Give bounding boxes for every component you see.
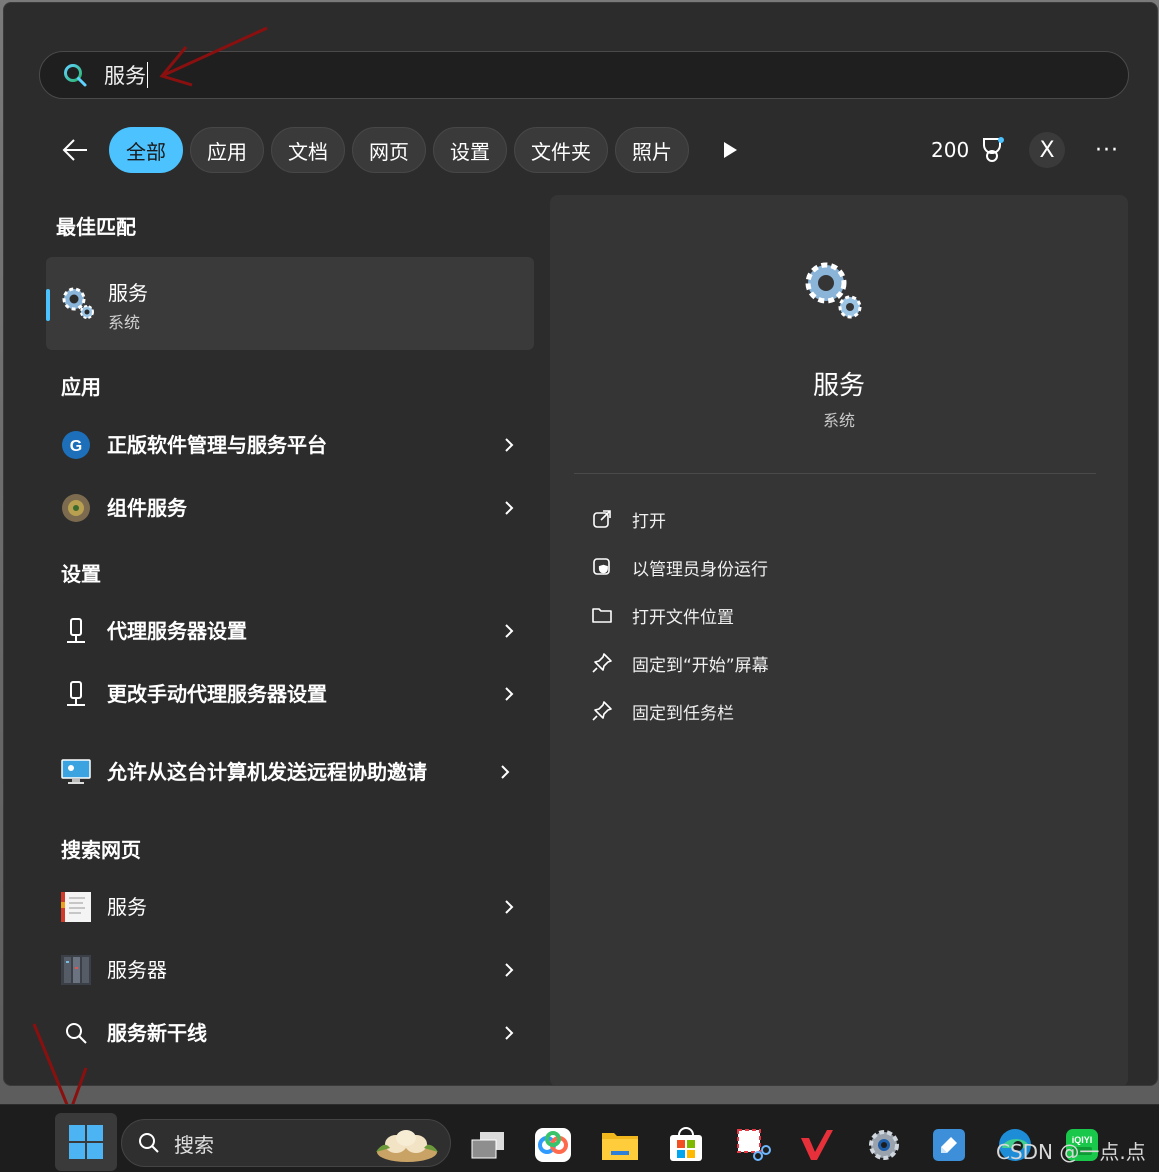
taskbar-search-label: 搜索: [174, 1132, 214, 1157]
settings-heading: 设置: [61, 562, 101, 586]
shield-window-icon: [590, 555, 614, 579]
action-label: 打开文件位置: [632, 607, 734, 628]
microsoft-store-icon[interactable]: [666, 1125, 706, 1165]
action-open[interactable]: 打开: [590, 501, 666, 537]
search-icon: [64, 64, 87, 87]
tab-web[interactable]: 网页: [352, 127, 426, 173]
detail-title: 服务: [812, 371, 865, 401]
windows-logo-icon: [69, 1125, 103, 1159]
task-view-icon[interactable]: [468, 1125, 508, 1165]
tab-all[interactable]: 全部: [109, 127, 183, 173]
search-panel: 服务 全部 应用 文档 网页 设置 文件夹 照片 200 X ··· 最佳匹配 …: [3, 2, 1158, 1086]
watermark-text: CSDN @一点.点: [996, 1140, 1146, 1164]
more-options-icon[interactable]: ···: [1089, 132, 1125, 168]
filter-bar: 全部 应用 文档 网页 设置 文件夹 照片 200 X ···: [59, 126, 1139, 174]
account-avatar[interactable]: X: [1029, 132, 1065, 168]
wps-icon[interactable]: [797, 1125, 837, 1165]
action-label: 以管理员身份运行: [632, 559, 768, 580]
search-icon: [139, 1133, 159, 1153]
list-item-label: 服务器: [107, 958, 167, 982]
best-match-type: 系统: [108, 313, 141, 332]
list-item-web-services[interactable]: 服务: [59, 879, 519, 935]
list-item-label: 正版软件管理与服务平台: [107, 433, 327, 457]
action-label: 固定到任务栏: [632, 703, 734, 724]
chevron-right-icon[interactable]: [499, 1023, 519, 1043]
action-label: 固定到“开始”屏幕: [632, 655, 769, 676]
services-gear-icon: [62, 287, 94, 319]
detail-pane: 服务 系统 打开 以管理员身份运行 打开文件位置 固定到“开始”屏幕 固定到任务…: [550, 195, 1128, 1085]
tab-folders[interactable]: 文件夹: [514, 127, 608, 173]
play-more-icon[interactable]: [718, 138, 742, 162]
remote-assistance-icon: [59, 755, 93, 789]
list-item-component-services[interactable]: 组件服务: [59, 480, 519, 536]
folder-icon: [590, 603, 614, 627]
chevron-right-icon[interactable]: [499, 684, 519, 704]
action-pin-to-start[interactable]: 固定到“开始”屏幕: [590, 645, 769, 681]
list-item-label: 服务: [107, 895, 147, 919]
list-item-proxy-settings[interactable]: 代理服务器设置: [59, 603, 519, 659]
best-match-heading: 最佳匹配: [56, 215, 136, 239]
action-run-as-admin[interactable]: 以管理员身份运行: [590, 549, 768, 585]
list-item-label: 代理服务器设置: [107, 619, 247, 643]
file-explorer-icon[interactable]: [600, 1125, 640, 1165]
tab-settings[interactable]: 设置: [433, 127, 507, 173]
apps-heading: 应用: [61, 375, 101, 399]
back-arrow-icon[interactable]: [59, 134, 91, 166]
points-value: 200: [931, 138, 970, 162]
search-input[interactable]: 服务: [104, 60, 146, 90]
tab-documents[interactable]: 文档: [271, 127, 345, 173]
detail-subtitle: 系统: [822, 411, 855, 430]
action-open-file-location[interactable]: 打开文件位置: [590, 597, 734, 633]
tab-apps[interactable]: 应用: [190, 127, 264, 173]
component-services-icon: [59, 491, 93, 525]
tab-photos[interactable]: 照片: [615, 127, 689, 173]
best-match-item[interactable]: 服务 系统: [46, 257, 534, 350]
rewards-points[interactable]: 200: [931, 126, 1005, 174]
list-item-web-server[interactable]: 服务器: [59, 942, 519, 998]
svg-text:G: G: [70, 438, 82, 455]
dev-tool-icon[interactable]: [929, 1125, 969, 1165]
list-item-genuine-software[interactable]: G 正版软件管理与服务平台: [59, 417, 519, 473]
server-thumbnail-icon: [59, 953, 93, 987]
best-match-name: 服务: [108, 281, 148, 305]
list-item-label: 服务新干线: [107, 1021, 207, 1045]
taskbar-search[interactable]: 搜索: [121, 1119, 451, 1167]
selection-indicator: [46, 289, 50, 321]
search-highlight-icon: [376, 1130, 438, 1162]
settings-gear-icon[interactable]: [864, 1125, 904, 1165]
services-gear-icon: [805, 262, 862, 319]
chevron-right-icon[interactable]: [495, 762, 515, 782]
chevron-right-icon[interactable]: [499, 498, 519, 518]
taskbar: 搜索 iQIYI: [0, 1104, 1159, 1172]
genuine-software-icon: G: [59, 428, 93, 462]
list-item-manual-proxy[interactable]: 更改手动代理服务器设置: [59, 666, 519, 722]
pin-icon: [590, 651, 614, 675]
action-pin-to-taskbar[interactable]: 固定到任务栏: [590, 693, 734, 729]
snipping-tool-icon[interactable]: [733, 1125, 773, 1165]
chevron-right-icon[interactable]: [499, 435, 519, 455]
list-item-web-suggestion[interactable]: 服务新干线: [59, 1005, 519, 1061]
baidu-netdisk-icon[interactable]: [533, 1125, 573, 1165]
list-item-label: 更改手动代理服务器设置: [107, 682, 327, 706]
list-item-remote-assistance[interactable]: 允许从这台计算机发送远程协助邀请: [59, 739, 519, 805]
open-external-icon: [590, 507, 614, 531]
chevron-right-icon[interactable]: [499, 897, 519, 917]
rewards-trophy-icon: [983, 137, 1005, 162]
list-item-label: 组件服务: [107, 496, 187, 520]
proxy-settings-icon: [59, 677, 93, 711]
pin-icon: [590, 699, 614, 723]
proxy-settings-icon: [59, 614, 93, 648]
web-search-heading: 搜索网页: [61, 838, 141, 862]
divider: [574, 473, 1096, 474]
start-button[interactable]: [55, 1113, 117, 1171]
chevron-right-icon[interactable]: [499, 960, 519, 980]
web-thumbnail-icon: [59, 890, 93, 924]
annotation-arrow-icon: [159, 26, 268, 87]
action-label: 打开: [632, 511, 666, 532]
chevron-right-icon[interactable]: [499, 621, 519, 641]
list-item-label: 允许从这台计算机发送远程协助邀请: [107, 760, 427, 784]
text-caret: [147, 62, 148, 88]
